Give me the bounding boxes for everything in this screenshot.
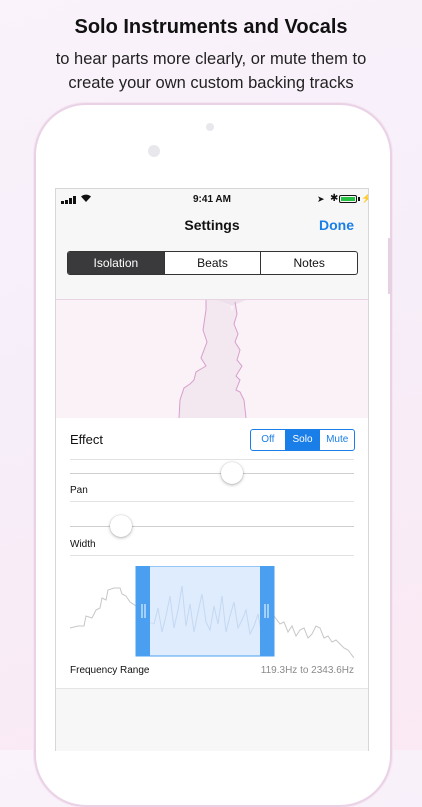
promo-subtitle-line-1: to hear parts more clearly, or mute them… — [55, 50, 367, 68]
pan-slider-track[interactable] — [70, 473, 354, 474]
divider — [70, 555, 354, 556]
bluetooth-icon: ✱ — [330, 193, 339, 204]
effect-solo-option[interactable]: Solo — [284, 430, 320, 450]
phone-side-button — [388, 238, 392, 294]
promo-subtitle-line-2: create your own custom backing tracks — [68, 74, 354, 92]
frequency-spectrum — [70, 566, 354, 658]
battery-cap — [358, 197, 360, 201]
tab-beats[interactable]: Beats — [163, 252, 261, 274]
nav-bar: Settings Done — [56, 209, 368, 245]
done-button[interactable]: Done — [319, 217, 354, 233]
status-bar: 9:41 AM ➤ ✱ ⚡ — [56, 189, 368, 209]
tab-notes[interactable]: Notes — [260, 252, 357, 274]
phone-speaker — [206, 123, 214, 131]
battery-icon — [339, 195, 357, 203]
effect-label: Effect — [70, 432, 104, 447]
divider — [70, 501, 354, 502]
spectrum-line-tail — [265, 615, 354, 658]
frequency-range-value: 119.3Hz to 2343.6Hz — [260, 665, 354, 676]
stereo-waveform — [178, 300, 247, 419]
phone-camera — [148, 145, 160, 157]
width-slider-knob[interactable] — [110, 515, 133, 537]
isolation-controls: Effect Off Solo Mute Pan Width Frequency — [56, 418, 368, 751]
effect-off-option[interactable]: Off — [251, 430, 285, 450]
tab-isolation[interactable]: Isolation — [68, 252, 164, 274]
mode-tabs: Isolation Beats Notes — [67, 251, 358, 275]
pan-slider-knob[interactable] — [220, 462, 243, 484]
promo-subtitle: to hear parts more clearly, or mute them… — [0, 47, 422, 95]
frequency-range-left-handle[interactable] — [136, 566, 150, 656]
effect-mute-option[interactable]: Mute — [319, 430, 354, 450]
location-icon: ➤ — [317, 194, 325, 204]
effect-segmented-control: Off Solo Mute — [250, 429, 355, 451]
pan-label: Pan — [70, 485, 88, 496]
divider — [70, 459, 354, 460]
promo-title: Solo Instruments and Vocals — [74, 16, 348, 38]
frequency-range-right-handle[interactable] — [260, 566, 274, 656]
frequency-range-selection[interactable] — [135, 566, 275, 657]
empty-footer-area — [56, 688, 368, 751]
isolation-visualizer — [56, 299, 368, 419]
charging-icon: ⚡ — [361, 193, 368, 204]
width-label: Width — [70, 539, 96, 550]
frequency-range-label: Frequency Range — [70, 665, 150, 676]
app-screen: 9:41 AM ➤ ✱ ⚡ Settings Done Isolation Be… — [55, 188, 369, 751]
